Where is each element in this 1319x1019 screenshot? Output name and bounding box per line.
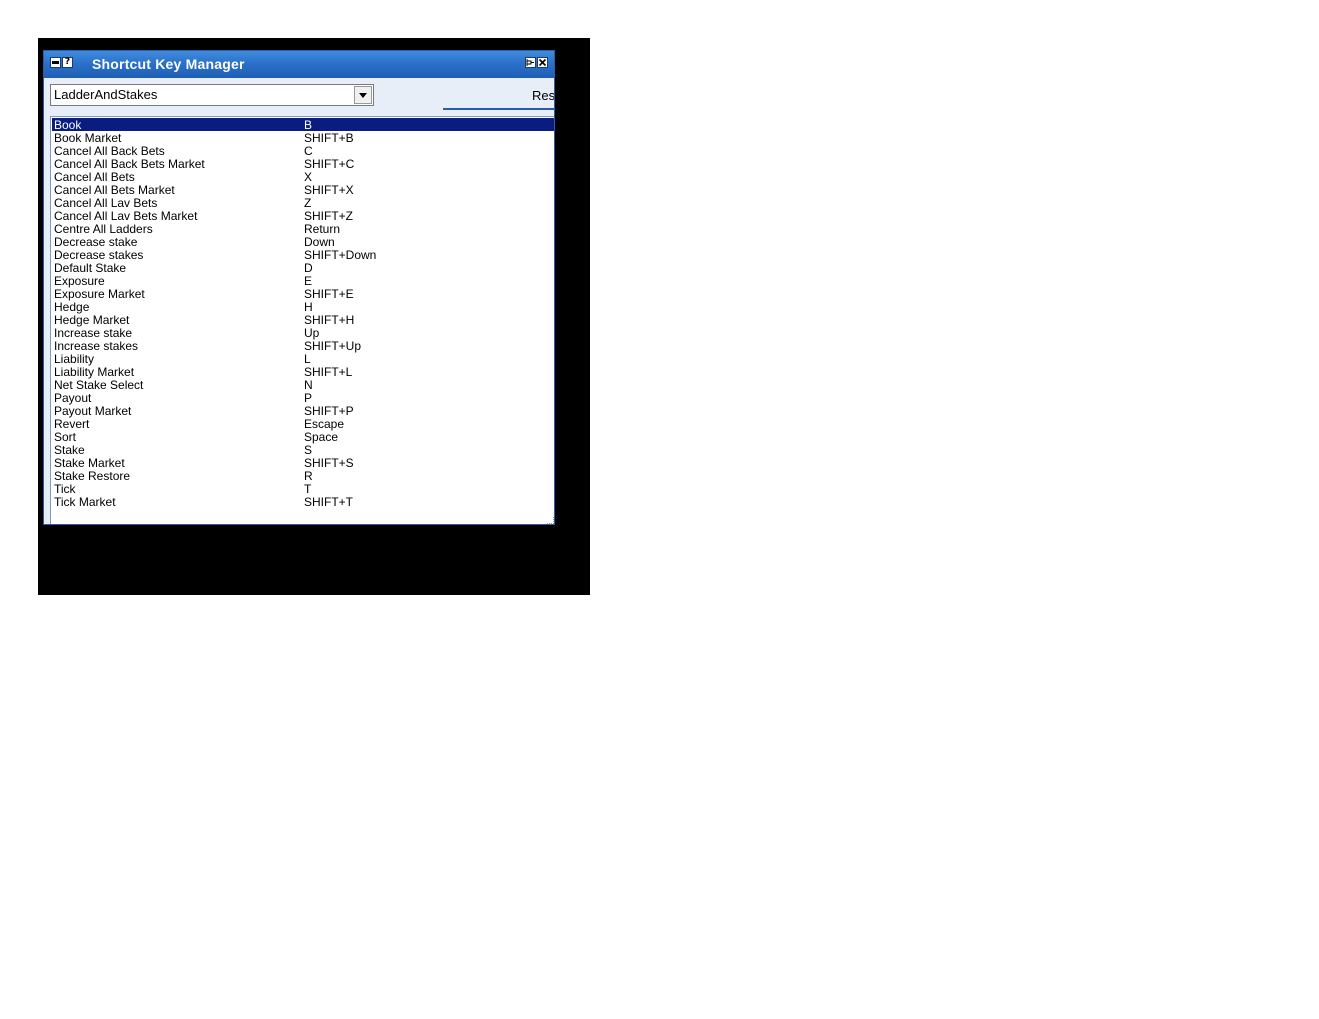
list-item[interactable]: Tick T [52,482,554,496]
title-bar[interactable]: ? Shortcut Key Manager [44,51,554,78]
list-item[interactable]: Book Market SHIFT+B [52,131,554,145]
dropdown-arrow-icon[interactable] [354,86,372,104]
list-item[interactable]: Hedge H [52,300,554,314]
list-item[interactable]: Liability Market SHIFT+L [52,365,554,379]
reset-button[interactable]: Res [443,84,555,110]
list-item[interactable]: Payout P [52,391,554,405]
list-item[interactable]: Decrease stake Down [52,235,554,249]
resize-grip[interactable] [547,517,554,524]
list-item[interactable]: Increase stakes SHIFT+Up [52,339,554,353]
list-item[interactable]: Hedge Market SHIFT+H [52,313,554,327]
list-item[interactable]: Exposure E [52,274,554,288]
list-item[interactable]: Stake S [52,443,554,457]
list-item[interactable]: Centre All Ladders Return [52,222,554,236]
dropdown-value: LadderAndStakes [54,87,158,102]
pin-icon[interactable] [525,57,536,68]
list-item[interactable]: Default Stake D [52,261,554,275]
shortcut-key: SHIFT+T [304,495,354,509]
menu-icon[interactable] [50,57,61,68]
profile-dropdown[interactable]: LadderAndStakes [50,84,374,106]
list-item[interactable]: Cancel All Back Bets C [52,144,554,158]
list-item[interactable]: Decrease stakes SHIFT+Down [52,248,554,262]
list-item[interactable]: Cancel All Lav Bets Z [52,196,554,210]
list-item[interactable]: Revert Escape [52,417,554,431]
list-item[interactable]: Stake Market SHIFT+S [52,456,554,470]
list-item[interactable]: Book B [52,118,554,132]
list-item[interactable]: Tick Market SHIFT+T [52,495,554,509]
list-item[interactable]: Stake Restore R [52,469,554,483]
list-item[interactable]: Sort Space [52,430,554,444]
list-item[interactable]: Exposure Market SHIFT+E [52,287,554,301]
list-item[interactable]: Payout Market SHIFT+P [52,404,554,418]
list-item[interactable]: Cancel All Lav Bets Market SHIFT+Z [52,209,554,223]
list-item[interactable]: Liability L [52,352,554,366]
help-icon[interactable]: ? [62,57,73,68]
list-item[interactable]: Net Stake Select N [52,378,554,392]
list-item[interactable]: Cancel All Bets X [52,170,554,184]
list-item[interactable]: Cancel All Back Bets Market SHIFT+C [52,157,554,171]
reset-button-label: Res [532,88,555,103]
window-title: Shortcut Key Manager [92,56,245,72]
list-item[interactable]: Cancel All Bets Market SHIFT+X [52,183,554,197]
close-icon[interactable] [537,57,548,68]
shortcut-list[interactable]: Book B Book Market SHIFT+B Cancel All Back B… [50,116,554,524]
shortcut-key-manager-window: ? Shortcut Key Manager LadderAndStakes R… [43,50,555,525]
list-item[interactable]: Increase stake Up [52,326,554,340]
shortcut-name: Tick Market [54,495,116,509]
